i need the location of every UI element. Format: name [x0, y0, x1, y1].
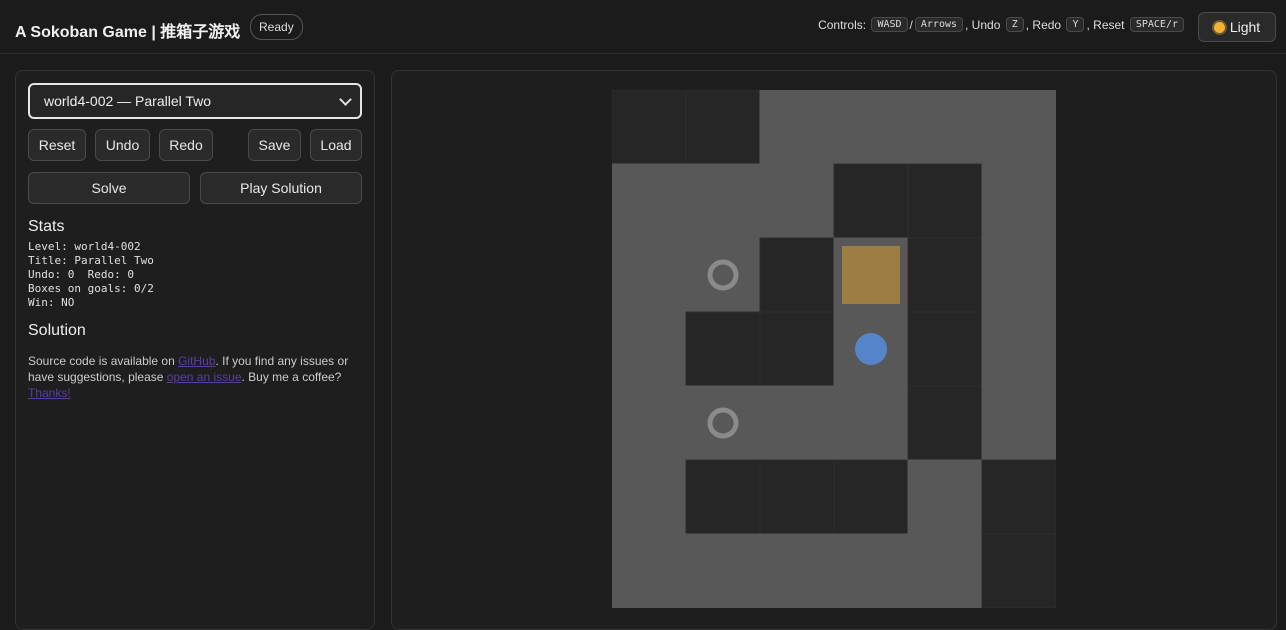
- solution-text-part3: . Buy me a coffee?: [241, 370, 342, 384]
- github-link[interactable]: GitHub: [178, 354, 215, 368]
- kbd-reset: SPACE/r: [1129, 17, 1184, 32]
- app-title: A Sokoban Game | 推箱子游戏: [15, 24, 241, 41]
- floor-tile: [833, 459, 909, 535]
- wall-tile: [833, 533, 909, 608]
- thanks-link[interactable]: Thanks!: [28, 386, 71, 400]
- wall-tile: [833, 90, 909, 165]
- controls-slash: /: [909, 17, 913, 32]
- floor-tile: [685, 459, 761, 535]
- floor-tile: [685, 90, 761, 165]
- redo-button[interactable]: Redo: [159, 129, 213, 161]
- wall-tile: [981, 311, 1056, 387]
- player-icon: [855, 333, 887, 365]
- floor-tile: [907, 163, 983, 239]
- undo-label: , Undo: [965, 17, 1001, 32]
- wall-tile: [612, 311, 687, 387]
- wall-tile: [612, 533, 687, 608]
- play-solution-button[interactable]: Play Solution: [200, 172, 362, 204]
- kbd-wasd: WASD: [871, 17, 908, 32]
- controls-label: Controls:: [818, 17, 867, 32]
- stats-heading: Stats: [28, 218, 65, 235]
- floor-tile: [907, 311, 983, 387]
- undo-button[interactable]: Undo: [95, 129, 150, 161]
- wall-tile: [981, 163, 1056, 239]
- floor-tile: [759, 459, 835, 535]
- level-select[interactable]: world4-002 — Parallel Two: [28, 83, 362, 119]
- open-issue-link[interactable]: open an issue: [167, 370, 242, 384]
- wall-tile: [759, 385, 835, 461]
- wall-tile: [759, 90, 835, 165]
- kbd-redo: Y: [1066, 17, 1085, 32]
- floor-tile: [907, 385, 983, 461]
- kbd-undo: Z: [1005, 17, 1024, 32]
- wall-tile: [907, 90, 983, 165]
- floor-tile: [833, 163, 909, 239]
- wall-tile: [612, 163, 687, 239]
- floor-tile: [685, 311, 761, 387]
- stats-boxes: Boxes on goals: 0/2: [28, 282, 154, 295]
- wall-tile: [612, 237, 687, 313]
- floor-tile: [759, 311, 835, 387]
- reset-button[interactable]: Reset: [28, 129, 86, 161]
- wall-tile: [833, 385, 909, 461]
- wall-tile: [759, 163, 835, 239]
- floor-tile: [759, 237, 835, 313]
- status-badge: Ready: [250, 14, 303, 40]
- save-button[interactable]: Save: [248, 129, 301, 161]
- sidebar-panel: world4-002 — Parallel Two Reset Undo Red…: [15, 70, 375, 630]
- wall-tile: [759, 533, 835, 608]
- stats-title: Title: Parallel Two: [28, 254, 154, 267]
- wall-tile: [907, 459, 983, 535]
- load-button[interactable]: Load: [310, 129, 362, 161]
- level-select-value: world4-002 — Parallel Two: [44, 93, 212, 109]
- kbd-arrows: Arrows: [914, 17, 964, 32]
- theme-button-label: Light: [1229, 19, 1261, 35]
- floor-tile: [981, 459, 1056, 535]
- stats-undo-redo: Undo: 0 Redo: 0: [28, 268, 134, 281]
- game-board[interactable]: [612, 90, 1056, 608]
- reset-label: , Reset: [1086, 17, 1125, 32]
- chevron-down-icon: [339, 93, 352, 106]
- floor-tile: [612, 90, 687, 165]
- wall-tile: [981, 385, 1056, 461]
- solution-text-part1: Source code is available on: [28, 354, 179, 368]
- stats-win: Win: NO: [28, 296, 75, 309]
- wall-tile: [981, 237, 1056, 313]
- wall-tile: [907, 533, 983, 608]
- solution-text: Source code is available on GitHub. If y…: [28, 353, 358, 401]
- wall-tile: [612, 459, 687, 535]
- floor-tile: [981, 533, 1056, 608]
- sun-icon: [1213, 21, 1225, 33]
- stats-block: Level: world4-002 Title: Parallel Two Un…: [28, 240, 154, 310]
- wall-tile: [685, 163, 761, 239]
- solve-button[interactable]: Solve: [28, 172, 190, 204]
- wall-tile: [612, 385, 687, 461]
- wall-tile: [685, 533, 761, 608]
- controls-hint: Controls: WASD / Arrows, Undo Z, Redo Y, R…: [818, 17, 1186, 32]
- wall-tile: [685, 385, 761, 461]
- box-icon: [842, 246, 900, 304]
- redo-label: , Redo: [1025, 17, 1062, 32]
- theme-toggle-button[interactable]: Light: [1198, 12, 1276, 42]
- solution-heading: Solution: [28, 322, 86, 339]
- app-header: A Sokoban Game | 推箱子游戏 Ready Controls: W…: [0, 0, 1286, 54]
- wall-tile: [981, 90, 1056, 165]
- wall-tile: [685, 237, 761, 313]
- stats-level: Level: world4-002: [28, 240, 141, 253]
- floor-tile: [907, 237, 983, 313]
